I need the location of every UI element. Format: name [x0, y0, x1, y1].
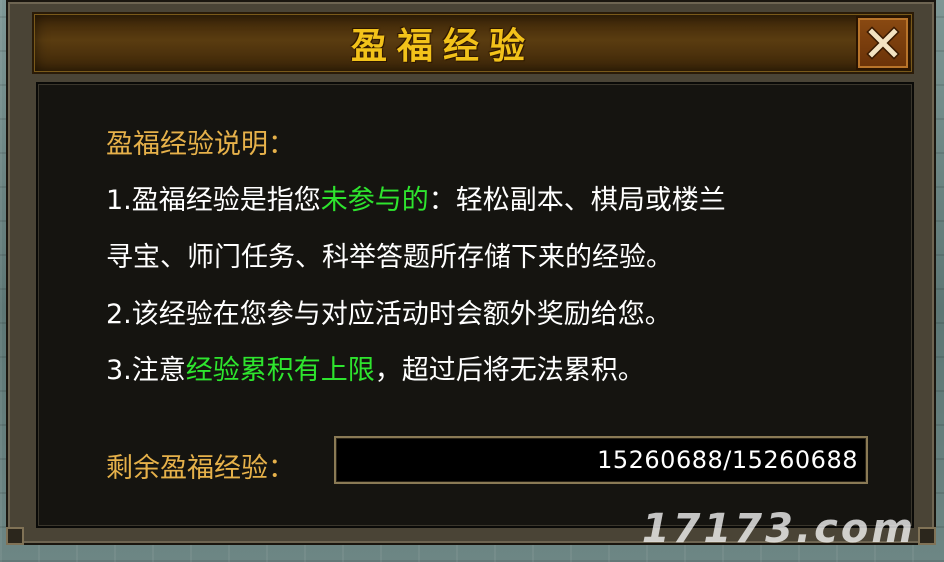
watermark-logo: 17173.com [641, 506, 916, 552]
dialog-title: 盈福经验 [350, 26, 535, 67]
description-line-2: 2.该经验在您参与对应活动时会额外奖励给您。 [106, 299, 672, 330]
remaining-exp-label: 剩余盈福经验： [106, 453, 295, 484]
remaining-exp-value: 15260688/15260688 [334, 436, 868, 484]
description-line-1-cont: 寻宝、师门任务、科举答题所存储下来的经验。 [106, 242, 673, 273]
exp-dialog: 盈福经验 盈福经验说明： 1.盈福经验是指您未参与的：轻松副本、棋局或楼兰 寻宝… [6, 0, 936, 545]
line-1-prefix: 1.盈福经验是指您 [106, 185, 321, 216]
line-1-highlight: 未参与的 [320, 185, 429, 216]
title-bar[interactable]: 盈福经验 [32, 12, 914, 74]
line-1-suffix: ：轻松副本、棋局或楼兰 [428, 185, 726, 216]
frame-corner-bottom-left [6, 527, 24, 545]
content-panel: 盈福经验说明： 1.盈福经验是指您未参与的：轻松副本、棋局或楼兰 寻宝、师门任务… [36, 82, 914, 528]
line-3-suffix: ，超过后将无法累积。 [374, 355, 645, 386]
description-line-1: 1.盈福经验是指您未参与的：轻松副本、棋局或楼兰 [106, 178, 726, 217]
line-3-highlight: 经验累积有上限 [185, 355, 375, 386]
close-icon [866, 26, 900, 60]
description-line-3: 3.注意经验累积有上限，超过后将无法累积。 [106, 348, 645, 387]
description-heading: 盈福经验说明： [106, 129, 295, 160]
frame-corner-bottom-right [918, 527, 936, 545]
line-3-prefix: 3.注意 [106, 355, 186, 386]
close-button[interactable] [856, 16, 910, 70]
